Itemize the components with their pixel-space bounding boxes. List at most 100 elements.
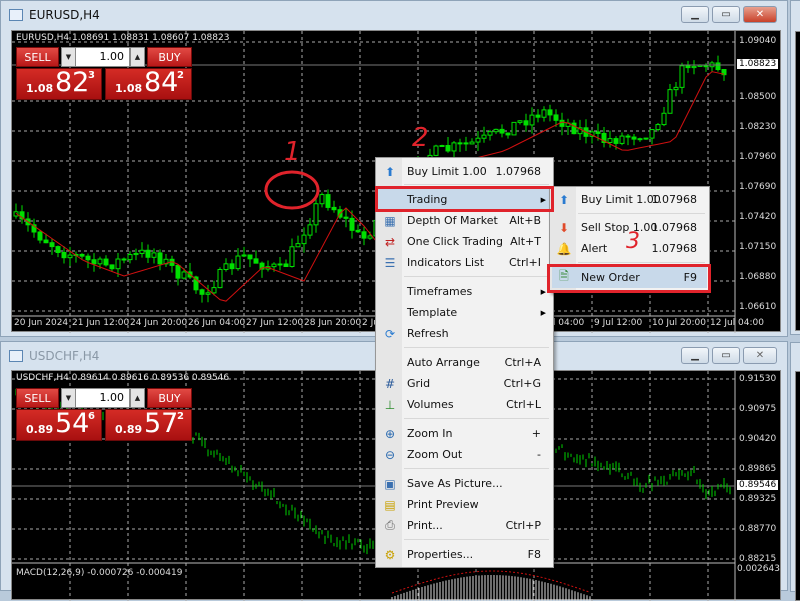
candle-body [631,136,637,140]
menu-item-new-order[interactable]: 🗎 New Order F9 [552,267,707,288]
candle-body [223,263,229,270]
menu-item-grid[interactable]: # Grid Ctrl+G [378,373,551,394]
candle-body [235,255,241,270]
candle-body [523,120,529,126]
sell-button[interactable]: SELL [16,47,59,67]
menu-item-properties[interactable]: ⚙ Properties... F8 [378,544,551,565]
candle-body [355,229,361,233]
candle-body [307,224,313,236]
menu-item-one-click-trading[interactable]: ⇄ One Click Trading Alt+T [378,231,551,252]
window-title: USDCHF,H4 [9,342,99,370]
menu-item-trading[interactable]: Trading ▶ [378,189,551,210]
sell-button[interactable]: SELL [16,388,59,408]
candle-body [547,109,553,116]
candle-body [295,243,301,248]
submenu-arrow-icon: ▶ [540,308,546,317]
candle-body [277,263,283,266]
buy-price[interactable]: 0.89 57 2 [105,408,192,441]
maximize-button[interactable]: ▭ [712,347,740,364]
candle-body [115,258,121,270]
menu-item-refresh[interactable]: ⟳ Refresh [378,323,551,344]
sell-price[interactable]: 1.08 82 3 [16,67,102,100]
menu-item-template[interactable]: Template ▶ [378,302,551,323]
menu-item-shortcut: Ctrl+G [503,377,541,390]
menu-item-volumes[interactable]: ⊥ Volumes Ctrl+L [378,394,551,415]
candle-body [517,120,523,123]
menu-item-indicators-list[interactable]: ☰ Indicators List Ctrl+I [378,252,551,273]
menu-item-buy-limit-1-00[interactable]: ⬆ Buy Limit 1.00 1.07968 [552,189,707,210]
new-order-icon: 🗎 [559,269,569,283]
candle-body [469,141,475,145]
candle-body [643,137,649,140]
candle-body [103,258,109,266]
close-button[interactable]: ✕ [743,347,777,364]
candle-body [475,137,481,143]
lot-increase-button[interactable]: ▲ [130,47,145,67]
menu-item-label: Buy Limit 1.00 [581,193,661,206]
annotation-step-1: 1 [284,137,301,167]
price-axis-label: 1.07690 [739,182,777,192]
price-axis-label: 1.09040 [739,36,777,46]
candle-body [619,135,625,144]
candle-body [319,194,325,205]
candle-body [685,65,691,69]
lot-increase-button[interactable]: ▲ [130,388,145,408]
menu-item-label: One Click Trading [407,235,503,248]
zoom-in-icon: ⊕ [384,426,396,441]
price-axis-label: 0.88215 [739,554,777,564]
candle-body [205,292,211,295]
maximize-button[interactable]: ▭ [712,6,740,23]
candle-body [217,268,223,289]
buy-limit-arrow-icon: ⬆ [384,164,396,179]
lot-decrease-button[interactable]: ▼ [61,47,76,67]
candle-body [43,239,49,244]
candle-body [49,242,55,248]
buy-button[interactable]: BUY [147,47,192,67]
candle-body [253,258,259,264]
candle-body [487,131,493,136]
menu-item-zoom-out[interactable]: ⊖ Zoom Out - [378,444,551,465]
lot-input[interactable]: 1.00 [75,388,130,408]
price-axis-label: 0.88770 [739,524,777,534]
menu-item-print-preview[interactable]: ▤ Print Preview [378,494,551,515]
menu-item-shortcut: Alt+T [510,235,541,248]
candle-body [571,122,577,135]
candle-body [541,109,547,118]
menu-item-label: Sell Stop 1.00 [581,221,658,234]
right-window-partial [790,0,800,335]
candle-body [145,249,151,258]
buy-price[interactable]: 1.08 84 2 [105,67,192,100]
menu-separator [404,468,549,469]
candle-body [433,145,439,156]
time-axis-label: 21 Jun 12:00 [72,318,130,328]
minimize-button[interactable]: ▁ [681,347,709,364]
menu-separator [404,418,549,419]
menu-item-auto-arrange[interactable]: Auto Arrange Ctrl+A [378,352,551,373]
time-axis-label: 26 Jun 04:00 [188,318,246,328]
buy-button[interactable]: BUY [147,388,192,408]
menu-item-buy-limit-1-00[interactable]: ⬆ Buy Limit 1.00 1.07968 [378,161,551,182]
menu-item-label: Zoom Out [407,448,463,461]
menu-item-label: Auto Arrange [407,356,480,369]
indicators-list-icon: ☰ [384,255,396,270]
sell-price[interactable]: 0.89 54 6 [16,408,102,441]
menu-item-save-as-picture[interactable]: ▣ Save As Picture... [378,473,551,494]
menu-item-zoom-in[interactable]: ⊕ Zoom In + [378,423,551,444]
candle-body [511,121,517,136]
menu-item-timeframes[interactable]: Timeframes ▶ [378,281,551,302]
menu-item-label: Timeframes [407,285,473,298]
lot-decrease-button[interactable]: ▼ [61,388,76,408]
menu-item-print[interactable]: ⎙ Print... Ctrl+P [378,515,551,536]
chart-context-menu: ⬆ Buy Limit 1.00 1.07968 Trading ▶ ▦ Depth Of … [375,157,554,568]
menu-item-label: Zoom In [407,427,453,440]
menu-item-depth-of-market[interactable]: ▦ Depth Of Market Alt+B [378,210,551,231]
candle-body [85,255,91,261]
menu-item-label: Print Preview [407,498,479,511]
menu-separator [578,213,705,214]
lot-input[interactable]: 1.00 [75,47,130,67]
print-icon: ⎙ [385,518,395,532]
minimize-button[interactable]: ▁ [681,6,709,23]
close-button[interactable]: ✕ [743,6,777,23]
candle-body [109,264,115,270]
menu-item-shortcut: F9 [683,271,697,284]
